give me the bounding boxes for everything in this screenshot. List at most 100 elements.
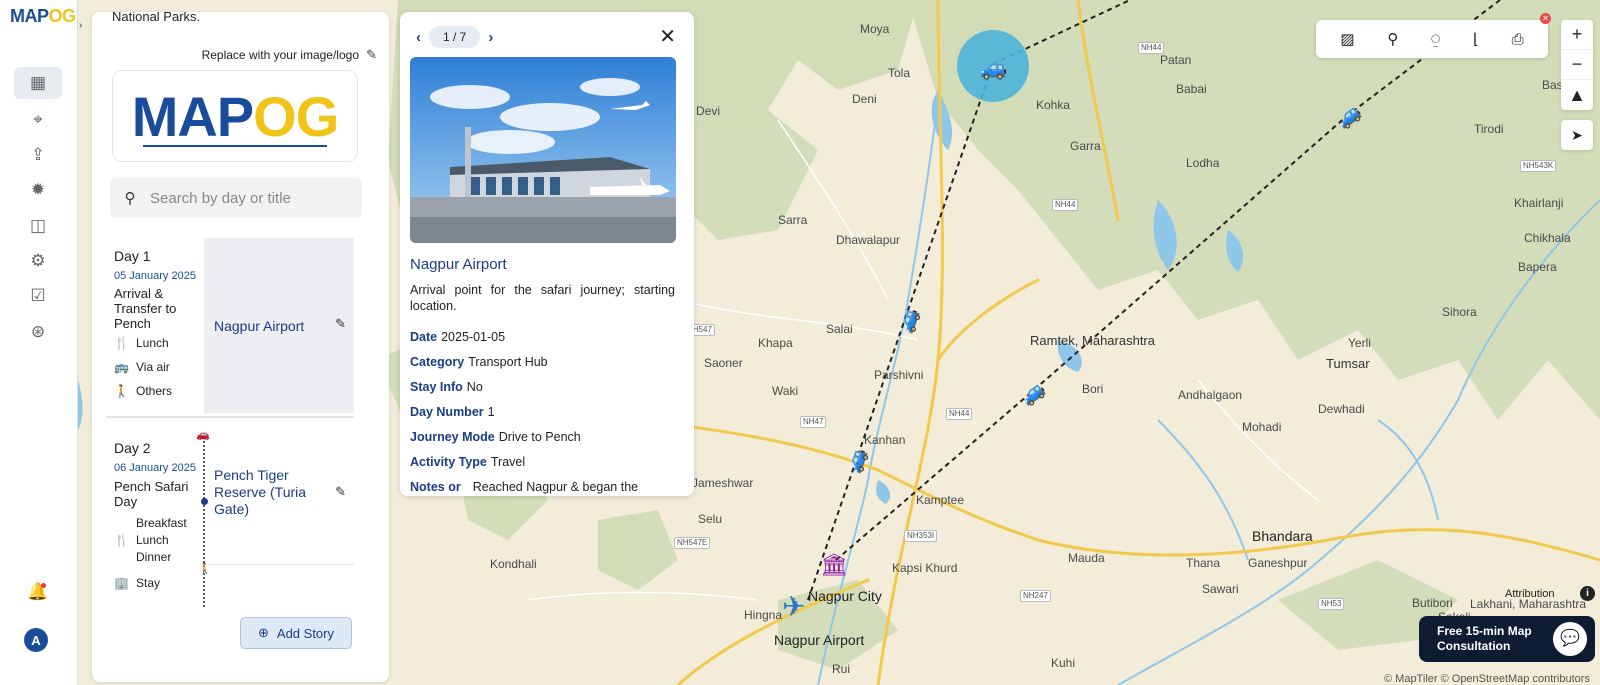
avatar[interactable]: A — [24, 628, 48, 652]
place-label: Sarra — [778, 213, 808, 227]
day-name: Pench Safari Day — [114, 479, 189, 509]
day-item[interactable]: Day 2 06 January 2025 Pench Safari Day 🍴… — [108, 422, 370, 607]
prop-value: Reached Nagpur & began the — [472, 480, 639, 494]
fork-knife-icon: 🍴 — [114, 336, 129, 350]
place-label: Tumsar — [1326, 356, 1370, 371]
place-label: Selu — [698, 512, 723, 526]
card-title: Nagpur Airport — [214, 318, 305, 334]
attribution-label[interactable]: Attribution — [1505, 588, 1555, 600]
pencil-icon[interactable]: ✎ — [335, 484, 346, 500]
checklist-icon[interactable]: ☑ — [14, 280, 62, 312]
place-label: Bori — [1082, 382, 1104, 396]
logo-underline — [143, 145, 327, 147]
prop-day-number: Day Number 1 — [410, 405, 495, 419]
app-logo[interactable]: MAPOG — [10, 6, 76, 27]
place-label: Jameshwar — [692, 476, 754, 490]
prop-category: Category Transport Hub — [410, 355, 548, 369]
day-card[interactable]: Pench Tiger Reserve (Turia Gate) ✎ — [204, 422, 354, 552]
story-panel: National Parks. Replace with your image/… — [92, 12, 389, 682]
map-view-icon[interactable]: ▨ — [1340, 30, 1354, 48]
place-label: Ramtek, Maharashtra — [1030, 333, 1155, 348]
airplane-marker-icon[interactable]: ✈ — [782, 590, 805, 623]
mode-text: Via air — [136, 360, 170, 374]
map-pin-icon[interactable]: ⊛ — [14, 316, 62, 348]
consultation-button[interactable]: Free 15-min Map Consultation 💬 — [1419, 616, 1595, 662]
chevron-right-icon[interactable]: › — [79, 20, 82, 31]
measure-icon[interactable]: ⌊ — [1473, 30, 1479, 48]
place-label: Mauda — [1068, 551, 1105, 565]
bus-icon: 🚌 — [114, 360, 129, 374]
place-label: Hingna — [744, 608, 783, 622]
bell-icon[interactable]: 🔔 — [14, 576, 62, 608]
map-layers-icon[interactable]: ◫ — [14, 210, 62, 242]
sun-gear-icon[interactable]: ✹ — [14, 174, 62, 206]
day-item[interactable]: Day 1 05 January 2025 Arrival & Transfer… — [108, 238, 370, 413]
place-label: Butibori — [1412, 596, 1453, 610]
place-label: Ganeshpur — [1248, 556, 1308, 570]
prop-value: 2025-01-05 — [441, 330, 506, 344]
add-story-button[interactable]: ⊕ Add Story — [240, 617, 352, 649]
zoom-in-button[interactable]: + — [1561, 20, 1593, 50]
logo-main-text: MAP — [10, 6, 49, 26]
day-name: Arrival & Transfer to Pench — [114, 286, 177, 331]
card-title: Pench Tiger Reserve (Turia Gate) — [214, 467, 307, 517]
logo-box[interactable]: MAPOG — [112, 70, 358, 162]
chevron-left-icon[interactable]: ‹ — [416, 29, 421, 46]
place-label: Garra — [1070, 139, 1101, 153]
place-label: Dhawalapur — [836, 233, 901, 247]
place-label: Kohka — [1036, 98, 1071, 112]
geolocate-icon[interactable]: ➤ — [1561, 120, 1593, 150]
highway-shield: NH53 — [1318, 598, 1345, 610]
building-icon: 🏢 — [114, 576, 129, 590]
close-icon[interactable]: ✕ — [659, 24, 676, 49]
place-label: Thana — [1186, 556, 1221, 570]
place-label: Salai — [826, 322, 853, 336]
stay-text: Stay — [136, 576, 161, 590]
walking-person-icon: 🚶 — [114, 384, 129, 398]
chevron-right-icon[interactable]: › — [488, 29, 493, 46]
place-label: Patan — [1160, 53, 1192, 67]
intro-text: National Parks. — [112, 12, 201, 24]
zoom-out-button[interactable]: − — [1561, 50, 1593, 80]
place-label: Bapera — [1518, 260, 1557, 274]
close-toolbar-icon[interactable]: ✕ — [1540, 13, 1551, 24]
day-card-selected[interactable]: Nagpur Airport ✎ — [204, 238, 354, 413]
settings-icon[interactable]: ⚙ — [14, 245, 62, 277]
consultation-label: Free 15-min Map Consultation — [1437, 624, 1532, 653]
add-story-label: Add Story — [276, 625, 334, 641]
compass-icon[interactable]: ▲ — [1561, 80, 1593, 110]
place-label: Tola — [888, 66, 911, 80]
prop-label: Day Number — [410, 405, 484, 419]
prop-date: Date 2025-01-05 — [410, 330, 505, 344]
prop-journey-mode: Journey Mode Drive to Pench — [410, 430, 581, 444]
print-icon[interactable]: ⎙ — [1512, 31, 1524, 48]
map-icon[interactable]: ▦ — [14, 67, 62, 99]
search-icon[interactable]: ⚲ — [1387, 30, 1398, 48]
prop-value: Travel — [490, 455, 526, 469]
info-icon[interactable]: i — [1580, 586, 1595, 601]
day-title: Day 1 — [114, 248, 151, 264]
location-pin-icon[interactable]: ⌖ — [14, 104, 62, 136]
highway-shield: NH543K — [1520, 160, 1557, 172]
museum-marker-icon[interactable]: 🏛 — [820, 552, 848, 578]
place-label: Sihora — [1442, 305, 1477, 319]
location-marker-icon[interactable]: ⍜ — [1431, 31, 1440, 48]
day-date: 06 January 2025 — [114, 462, 196, 474]
prop-label: Date — [410, 330, 438, 344]
search-input[interactable] — [150, 189, 350, 207]
replace-logo-label[interactable]: Replace with your image/logo — [202, 48, 359, 62]
place-label: Nagpur City — [808, 588, 882, 604]
popup-title: Nagpur Airport — [410, 256, 507, 273]
place-label: Kondhali — [490, 557, 537, 571]
car-marker-icon[interactable]: 🚙 — [980, 55, 1007, 81]
extra-info: 🚶 Others — [114, 384, 172, 398]
pencil-icon[interactable]: ✎ — [366, 47, 377, 63]
popup-pager: ‹ 1 / 7 › — [416, 26, 493, 48]
upload-icon[interactable]: ⇪ — [14, 139, 62, 171]
prop-label: Journey Mode — [410, 430, 495, 444]
place-label: Sawari — [1202, 582, 1239, 596]
mode-info: 🚌 Via air — [114, 360, 170, 374]
search-box[interactable]: ⚲ — [110, 178, 362, 218]
fork-knife-icon: 🍴 — [114, 533, 129, 547]
pencil-icon[interactable]: ✎ — [335, 316, 346, 332]
